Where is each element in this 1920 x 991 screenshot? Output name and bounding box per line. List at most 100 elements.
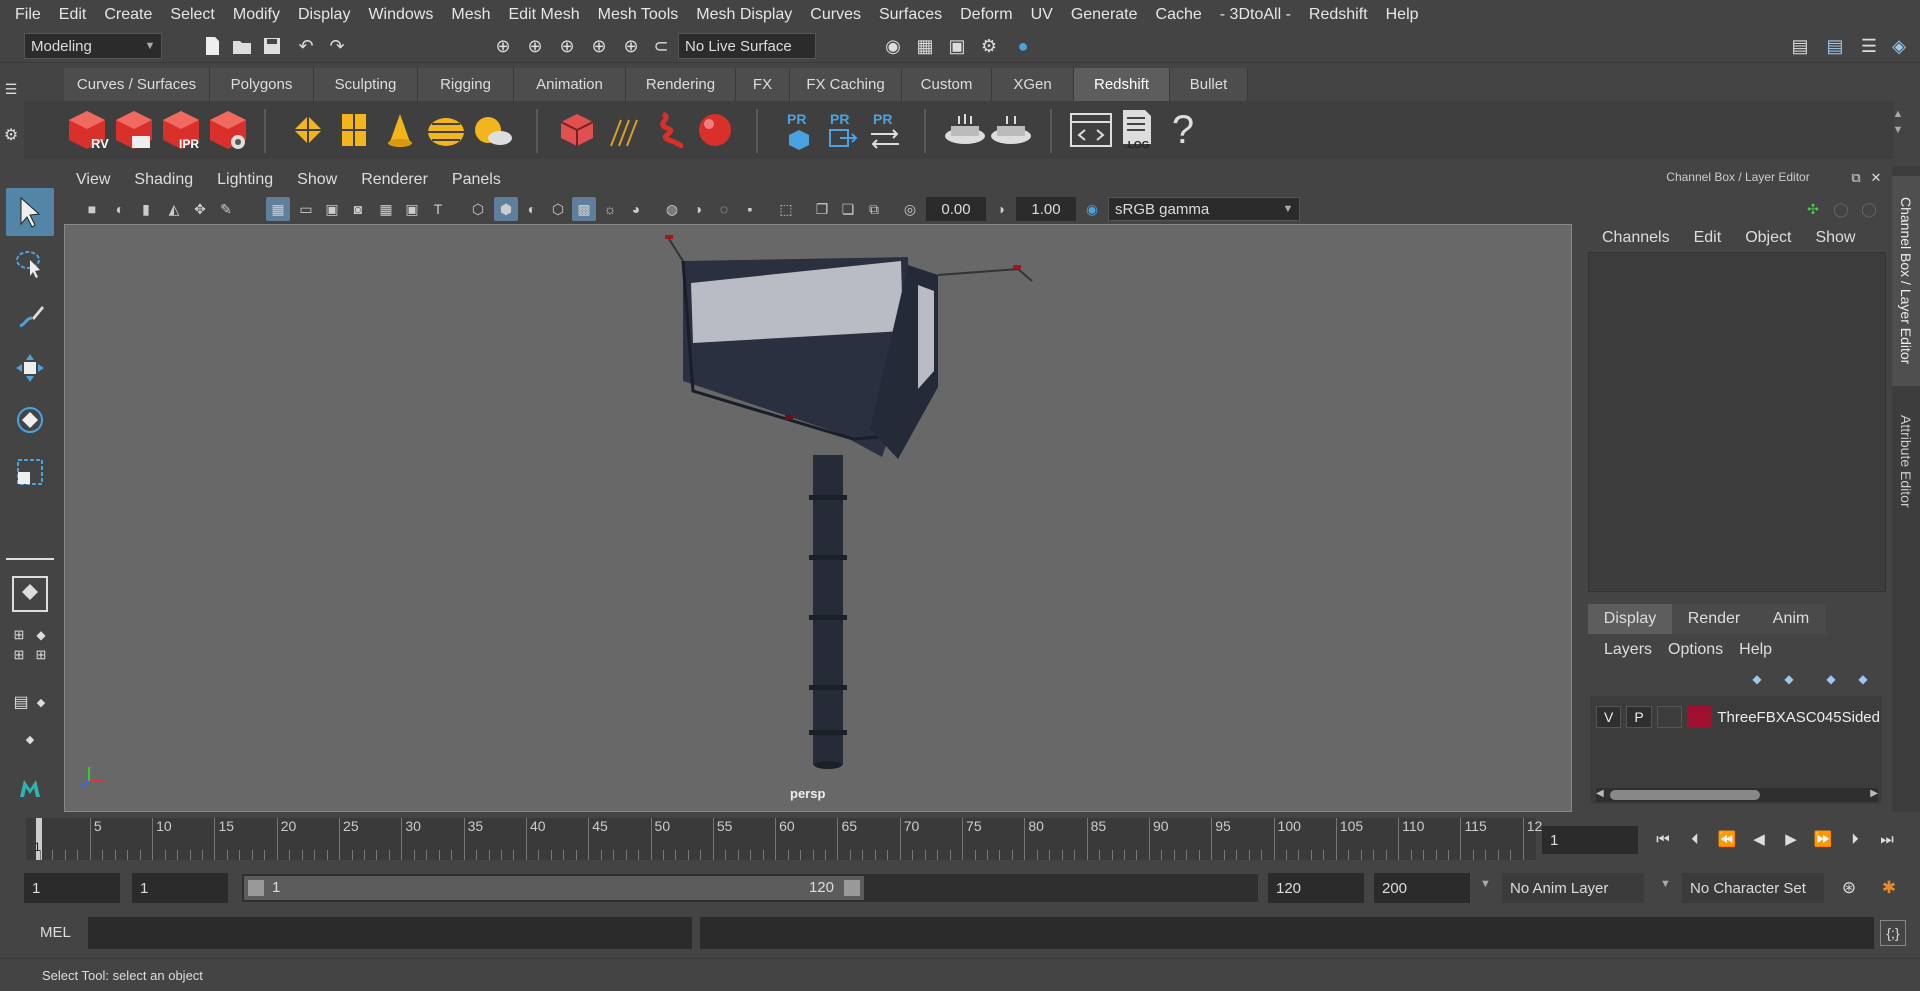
cb-menu-object[interactable]: Object <box>1733 229 1803 247</box>
float-panel-icon[interactable]: ⧉ <box>1846 168 1866 188</box>
snap-grid-icon[interactable]: ⊕ <box>490 33 516 59</box>
open-scene-icon[interactable] <box>229 33 255 59</box>
default-material-icon[interactable]: ◐ <box>520 197 544 221</box>
graph-layout-icon[interactable]: ◆ <box>14 730 46 748</box>
le-menu-help[interactable]: Help <box>1731 641 1780 659</box>
le-menu-layers[interactable]: Layers <box>1596 641 1660 659</box>
cb-menu-edit[interactable]: Edit <box>1682 229 1734 247</box>
snap-curve-icon[interactable]: ⊕ <box>522 33 548 59</box>
cb-menu-show[interactable]: Show <box>1803 229 1867 247</box>
layer-name[interactable]: ThreeFBXASC045Sided <box>1717 709 1880 726</box>
script-editor-icon[interactable] <box>1068 107 1114 153</box>
layer-hscrollbar[interactable]: ◀ ▶ <box>1596 788 1878 802</box>
tab-fx[interactable]: FX <box>736 68 790 101</box>
move-layer-down-icon[interactable]: ◆ <box>1778 668 1800 690</box>
menu-3dtoall[interactable]: - 3DtoAll - <box>1211 6 1300 24</box>
character-set-dropdown[interactable]: No Character Set <box>1682 873 1824 903</box>
select-tool-icon[interactable] <box>6 188 54 236</box>
redshift-material-ball-icon[interactable] <box>692 107 738 153</box>
xray-components-icon[interactable]: ⧉ <box>862 197 886 221</box>
menu-file[interactable]: File <box>6 6 50 24</box>
redshift-area-light-icon[interactable] <box>285 107 331 153</box>
close-panel-icon[interactable]: ✕ <box>1866 168 1886 188</box>
grid-toggle-icon[interactable]: ▦ <box>266 197 290 221</box>
move-tool-icon[interactable] <box>6 344 54 392</box>
menuset-dropdown[interactable]: Modeling ▼ <box>24 33 162 59</box>
undo-icon[interactable]: ↶ <box>293 33 319 59</box>
bookmark-icon[interactable]: ▮ <box>134 197 158 221</box>
tab-attribute-editor[interactable]: Attribute Editor <box>1892 396 1920 526</box>
channel-box-area[interactable] <box>1588 252 1886 592</box>
textured-icon[interactable]: ▩ <box>572 197 596 221</box>
redshift-hair-icon[interactable] <box>600 107 646 153</box>
gamma-field[interactable]: 1.00 <box>1016 197 1076 221</box>
tab-bullet[interactable]: Bullet <box>1170 68 1248 101</box>
tab-layer-render[interactable]: Render <box>1672 604 1756 634</box>
camera-attr-icon[interactable]: ◐ <box>108 197 132 221</box>
safe-title-icon[interactable]: T <box>426 197 450 221</box>
persp-view-icon[interactable]: ◆ <box>32 626 50 644</box>
layer-visibility-toggle[interactable]: V <box>1596 706 1622 728</box>
play-forward-icon[interactable]: ▶ <box>1778 826 1804 852</box>
render-view-icon[interactable]: ◉ <box>880 33 906 59</box>
screen-space-ao-icon[interactable]: ◍ <box>660 197 684 221</box>
new-scene-icon[interactable] <box>199 33 225 59</box>
command-input[interactable] <box>88 917 692 949</box>
vp-menu-view[interactable]: View <box>64 171 122 189</box>
layer-display-type[interactable] <box>1656 706 1683 728</box>
playback-start-field[interactable]: 1 <box>132 873 228 903</box>
menu-edit-mesh[interactable]: Edit Mesh <box>499 6 588 24</box>
tab-xgen[interactable]: XGen <box>992 68 1074 101</box>
field-chart-icon[interactable]: ▦ <box>374 197 398 221</box>
shelf-settings-icon[interactable]: ⚙ <box>0 122 24 148</box>
tab-layer-anim[interactable]: Anim <box>1756 604 1826 634</box>
resolution-gate-icon[interactable]: ▣ <box>320 197 344 221</box>
2d-pan-icon[interactable]: ✥ <box>188 197 212 221</box>
go-to-end-icon[interactable]: ⏭ <box>1874 826 1900 852</box>
vp-menu-show[interactable]: Show <box>285 171 349 189</box>
tab-fx-caching[interactable]: FX Caching <box>790 68 902 101</box>
cb-menu-channels[interactable]: Channels <box>1590 229 1682 247</box>
redshift-sun-sky-icon[interactable] <box>469 107 515 153</box>
film-gate-icon[interactable]: ▭ <box>294 197 318 221</box>
pr-cube-icon[interactable]: PR <box>776 107 822 153</box>
depth-of-field-icon[interactable]: ▪ <box>738 197 762 221</box>
redshift-portal-light-icon[interactable] <box>331 107 377 153</box>
redshift-ipr-icon[interactable]: IPR <box>158 107 204 153</box>
exposure-icon[interactable]: ◎ <box>898 197 922 221</box>
menu-uv[interactable]: UV <box>1022 6 1062 24</box>
time-slider[interactable]: 1 5 10 15 20 25 30 35 40 45 50 55 60 65 70 75 80 85 90 95 1… <box>26 818 1542 860</box>
pr-sync-icon[interactable]: PR <box>862 107 908 153</box>
redshift-bake-2-icon[interactable] <box>988 107 1034 153</box>
exposure-field[interactable]: 0.00 <box>926 197 986 221</box>
menu-display[interactable]: Display <box>289 6 359 24</box>
script-language-toggle[interactable]: MEL <box>40 924 71 941</box>
wireframe-shaded-icon[interactable]: ⬡ <box>546 197 570 221</box>
motion-blur-icon[interactable]: ◑ <box>686 197 710 221</box>
tab-polygons[interactable]: Polygons <box>210 68 314 101</box>
vp-menu-lighting[interactable]: Lighting <box>205 171 285 189</box>
help-icon[interactable]: ? <box>1160 107 1206 153</box>
anim-prefs-icon[interactable]: ✱ <box>1876 875 1902 901</box>
render-settings-icon[interactable]: ⚙ <box>976 33 1002 59</box>
tab-channel-box[interactable]: Channel Box / Layer Editor <box>1892 176 1920 386</box>
scroll-left-icon[interactable]: ◀ <box>1596 788 1604 799</box>
step-forward-key-icon[interactable]: ⏵ <box>1842 826 1868 852</box>
persp-outliner-icon[interactable]: ◆ <box>32 684 50 720</box>
redshift-physical-light-icon[interactable] <box>377 107 423 153</box>
new-layer-selected-icon[interactable]: ◆ <box>1852 668 1874 690</box>
render-frame-icon[interactable]: ▦ <box>912 33 938 59</box>
single-view-layout-icon[interactable] <box>6 570 54 618</box>
menu-select[interactable]: Select <box>161 6 223 24</box>
scroll-right-icon[interactable]: ▶ <box>1870 788 1878 799</box>
redshift-dome-light-icon[interactable] <box>423 107 469 153</box>
two-view-layout-icon[interactable]: ⊞ <box>10 646 28 664</box>
current-frame-field[interactable]: 1 <box>1542 826 1638 854</box>
menu-windows[interactable]: Windows <box>359 6 442 24</box>
redshift-rv-icon[interactable]: RV <box>64 107 110 153</box>
gamma-icon[interactable]: ◗ <box>990 197 1014 221</box>
range-end-grip[interactable] <box>844 880 860 896</box>
script-editor-button-icon[interactable]: {;} <box>1880 920 1906 946</box>
menu-mesh-tools[interactable]: Mesh Tools <box>589 6 688 24</box>
manip-icon[interactable]: ✣ <box>1802 198 1824 220</box>
